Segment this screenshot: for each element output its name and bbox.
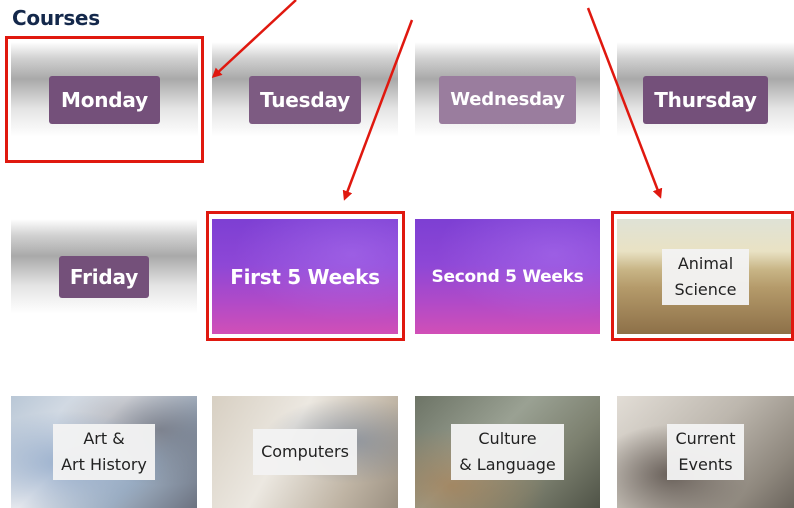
page-title: Courses — [12, 6, 100, 30]
course-tile-wednesday[interactable]: Wednesday — [415, 42, 600, 157]
tile-label: Art & Art History — [53, 424, 155, 480]
course-tile-current-events[interactable]: Current Events — [617, 396, 794, 508]
tile-label: Friday — [58, 255, 150, 298]
tile-label: Monday — [49, 75, 160, 124]
tile-label-line: Art History — [61, 455, 147, 474]
tile-label: Animal Science — [662, 248, 749, 305]
tile-label-line: Animal — [677, 253, 734, 273]
tile-label: First 5 Weeks — [230, 264, 380, 289]
tile-label-line: & Language — [459, 455, 556, 474]
tile-label: Culture & Language — [451, 424, 564, 480]
course-tile-second-5-weeks[interactable]: Second 5 Weeks — [415, 219, 600, 334]
course-tile-culture-language[interactable]: Culture & Language — [415, 396, 600, 508]
course-tile-thursday[interactable]: Thursday — [617, 42, 794, 157]
tile-label: Wednesday — [439, 75, 576, 124]
course-tile-monday[interactable]: Monday — [11, 42, 198, 157]
course-tile-friday[interactable]: Friday — [11, 219, 197, 334]
tile-label: Thursday — [643, 75, 768, 124]
tile-label: Computers — [253, 429, 357, 475]
tile-label-line: Science — [674, 279, 737, 299]
course-tile-tuesday[interactable]: Tuesday — [212, 42, 398, 157]
tile-label-line: Computers — [261, 442, 349, 461]
course-tile-art-history[interactable]: Art & Art History — [11, 396, 197, 508]
tile-label: Current Events — [667, 424, 744, 480]
tile-label-line: Art & — [83, 429, 125, 448]
course-tile-animal-science[interactable]: Animal Science — [617, 219, 794, 334]
course-tile-first-5-weeks[interactable]: First 5 Weeks — [212, 219, 398, 334]
tile-label-line: Events — [678, 455, 733, 474]
course-tile-computers[interactable]: Computers — [212, 396, 398, 508]
tile-label-line: Culture — [478, 429, 537, 448]
tile-label-line: Current — [675, 429, 736, 448]
tile-label: Second 5 Weeks — [431, 266, 584, 287]
tile-label: Tuesday — [249, 75, 361, 124]
